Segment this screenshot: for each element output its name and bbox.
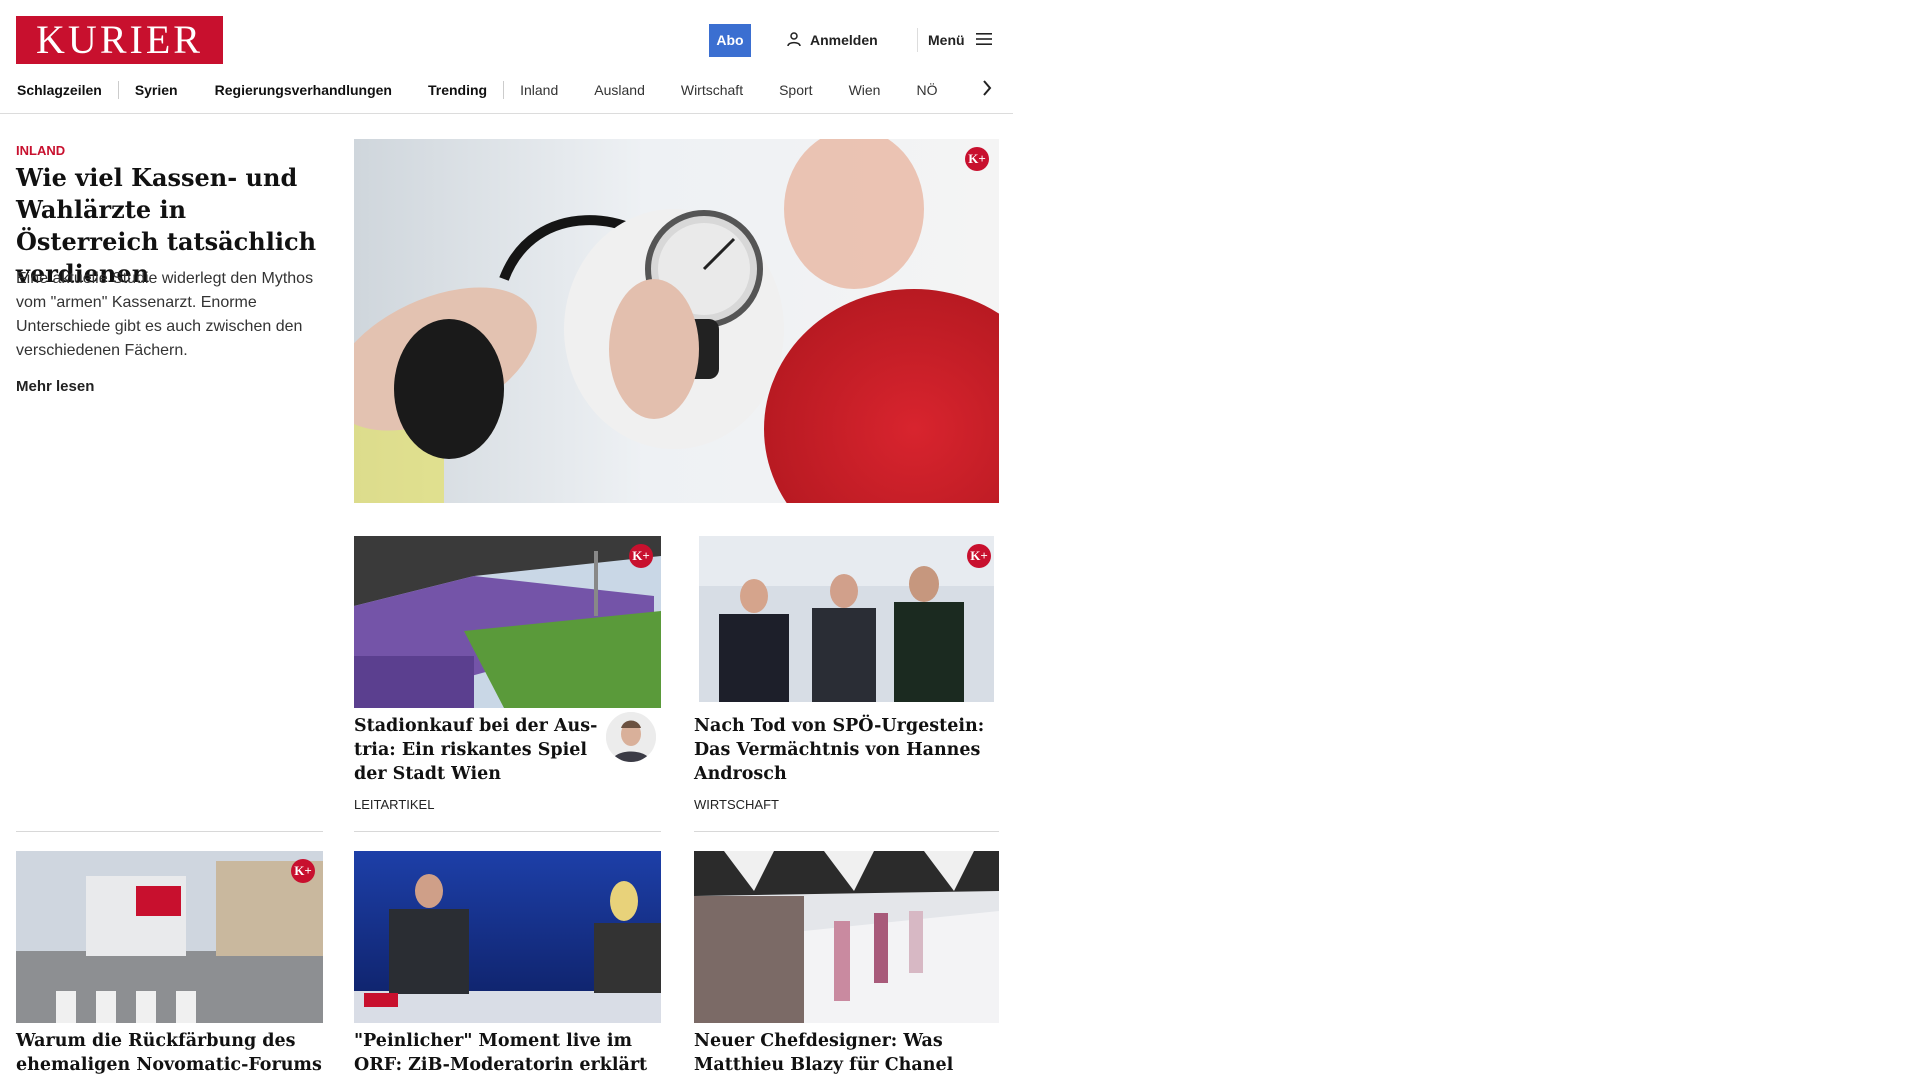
nav-item-trending[interactable]: Trending bbox=[428, 82, 487, 98]
stadium-photo bbox=[354, 536, 661, 708]
card-category[interactable]: LEITARTIKEL bbox=[354, 797, 434, 812]
hero-lead: Eine aktuelle Studie widerlegt den Mytho… bbox=[16, 270, 314, 359]
nav-item-inland[interactable]: Inland bbox=[520, 82, 558, 98]
nav-item-ausland[interactable]: Ausland bbox=[594, 82, 645, 98]
androsch-photo bbox=[694, 536, 999, 708]
hero-image[interactable]: K+ bbox=[354, 139, 999, 503]
menu-label: Menü bbox=[928, 32, 965, 48]
zib-studio-photo bbox=[354, 851, 661, 1023]
user-icon bbox=[786, 31, 802, 50]
login-button[interactable]: Anmelden bbox=[786, 30, 878, 50]
card-image-stadium[interactable]: K+ bbox=[354, 536, 661, 708]
card-title[interactable]: Nach Tod von SPÖ-Urgestein: Das Vermächt… bbox=[694, 714, 999, 786]
nav-next-button[interactable] bbox=[977, 78, 997, 102]
nav-separator bbox=[503, 81, 505, 99]
nav-item-wirtschaft[interactable]: Wirtschaft bbox=[681, 82, 743, 98]
nav-item-wien[interactable]: Wien bbox=[849, 82, 881, 98]
nav-item-regierungsverhandlungen[interactable]: Regierungsverhandlungen bbox=[215, 82, 392, 98]
page: KURIER Abo Anmelden Menü Schlagzeilen Sy… bbox=[0, 0, 1013, 1080]
blood-pressure-photo bbox=[354, 139, 999, 503]
kplus-badge-icon: K+ bbox=[967, 544, 991, 568]
hero-kicker[interactable]: INLAND bbox=[16, 143, 65, 158]
card-title[interactable]: Neuer Chefdesigner: Was Matthieu Blazy f… bbox=[694, 1029, 999, 1080]
kplus-badge-icon: K+ bbox=[965, 147, 989, 171]
nav-item-sport[interactable]: Sport bbox=[779, 82, 812, 98]
card-title[interactable]: "Peinlicher" Moment live im ORF: ZiB-Mod… bbox=[354, 1029, 661, 1080]
chevron-right-icon bbox=[982, 79, 992, 101]
nav-item-syrien[interactable]: Syrien bbox=[135, 82, 178, 98]
kplus-badge-icon: K+ bbox=[291, 859, 315, 883]
card-image-zib[interactable] bbox=[354, 851, 661, 1023]
section-nav: Schlagzeilen Syrien Regierungsverhandlun… bbox=[17, 78, 997, 102]
card-category[interactable]: WIRTSCHAFT bbox=[694, 797, 779, 812]
chanel-runway-photo bbox=[694, 851, 999, 1023]
abo-button[interactable]: Abo bbox=[709, 24, 751, 57]
card-image-androsch[interactable]: K+ bbox=[694, 536, 999, 708]
hamburger-icon bbox=[975, 32, 993, 49]
divider bbox=[16, 831, 323, 832]
card-image-chanel[interactable] bbox=[694, 851, 999, 1023]
card-title[interactable]: Stadionkauf bei der Aus­tria: Ein riskan… bbox=[354, 714, 604, 786]
card-image-novomatic[interactable]: K+ bbox=[16, 851, 323, 1023]
header-divider bbox=[917, 28, 918, 52]
author-avatar[interactable] bbox=[606, 712, 656, 762]
nav-item-schlagzeilen[interactable]: Schlagzeilen bbox=[17, 82, 102, 98]
author-avatar-image bbox=[606, 712, 656, 762]
novomatic-forum-photo bbox=[16, 851, 323, 1023]
nav-divider bbox=[0, 113, 1013, 114]
nav-item-noe[interactable]: NÖ bbox=[916, 82, 937, 98]
kplus-badge-icon: K+ bbox=[629, 544, 653, 568]
read-more-link[interactable]: Mehr lesen bbox=[16, 378, 94, 395]
card-title[interactable]: Warum die Rückfärbung des ehe­maligen No… bbox=[16, 1029, 323, 1080]
login-label: Anmelden bbox=[810, 32, 878, 48]
nav-separator bbox=[117, 81, 119, 99]
divider bbox=[694, 831, 999, 832]
kurier-logo[interactable]: KURIER bbox=[16, 16, 223, 64]
menu-button[interactable]: Menü bbox=[928, 30, 993, 50]
divider bbox=[354, 831, 661, 832]
